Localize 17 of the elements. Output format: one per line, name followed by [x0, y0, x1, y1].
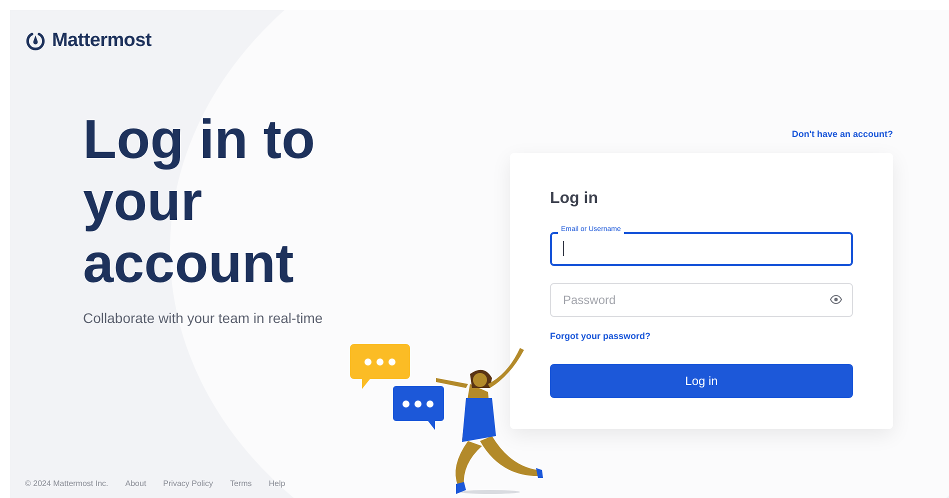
eye-icon[interactable] [830, 295, 842, 304]
footer-link[interactable]: Privacy Policy [163, 478, 213, 490]
card-title: Log in [550, 189, 599, 209]
subtitle: Collaborate with your team in real-time [83, 308, 324, 328]
signup-link[interactable]: Don't have an account? [792, 128, 893, 141]
username-field[interactable] [550, 232, 853, 266]
logo-icon [25, 30, 46, 52]
copyright-text: © 2024 Mattermost Inc. [25, 478, 108, 490]
login-button[interactable]: Log in [550, 364, 853, 398]
password-field[interactable]: Password [550, 283, 853, 317]
forgot-password-link[interactable]: Forgot your password? [550, 330, 651, 344]
footer-link[interactable]: Terms [230, 478, 252, 490]
footer-link[interactable]: About [125, 478, 146, 490]
page-heading: Log in to your account [83, 108, 316, 294]
brand-name: Mattermost [52, 29, 152, 53]
text-cursor [563, 241, 564, 256]
footer-link[interactable]: Help [268, 478, 286, 490]
